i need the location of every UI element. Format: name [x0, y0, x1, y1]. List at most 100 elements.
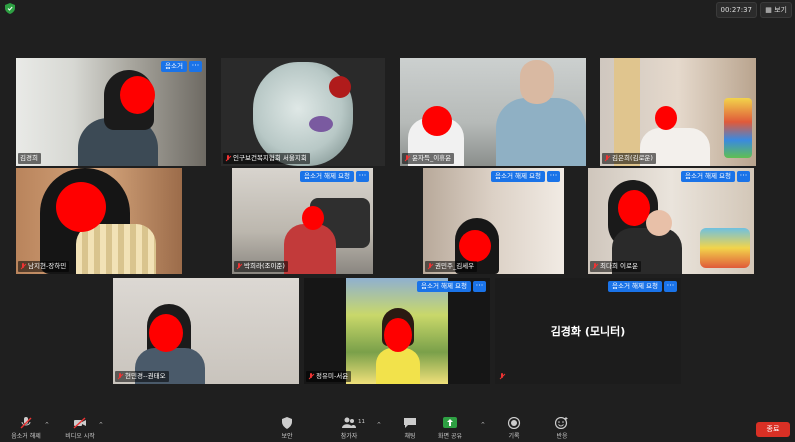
request-unmute-button[interactable]: 음소거 해제 요청 [491, 171, 545, 182]
participants-count: 11 [358, 419, 365, 425]
participants-icon [342, 417, 356, 428]
video-camera-off-icon [73, 417, 86, 429]
unmute-options-caret[interactable]: ⌃ [44, 421, 50, 429]
request-unmute-button[interactable]: 음소거 해제 요청 [681, 171, 735, 182]
end-meeting-button[interactable]: 종료 [756, 422, 790, 437]
muted-mic-icon [427, 263, 433, 270]
video-tile[interactable]: 인구보건복지협회 서울지회 [221, 58, 385, 166]
face-redaction [149, 314, 183, 352]
meeting-toolbar: 음소거 해제 ⌃ 비디오 시작 ⌃ 보안 참가자 11 ⌃ 채팅 화면 공유 ⌃… [0, 412, 795, 442]
participant-name: 정유미-서윤 [306, 371, 352, 382]
video-tile[interactable]: 현민경--권태오 [113, 278, 299, 384]
chat-button[interactable]: 채팅 [396, 417, 424, 440]
plush-mouth [309, 116, 333, 132]
video-tile[interactable]: 김은희(김로운) [600, 58, 756, 166]
participants-options-caret[interactable]: ⌃ [376, 421, 382, 429]
muted-mic-icon [308, 373, 314, 380]
more-options-button[interactable]: ··· [664, 281, 677, 292]
participant-name: 최다희 이로운 [590, 261, 641, 272]
security-label: 보안 [281, 433, 293, 440]
participant-name: 현민경--권태오 [115, 371, 169, 382]
muted-mic-icon [20, 263, 26, 270]
participant-name: 인구보건복지협회 서울지회 [223, 153, 310, 164]
video-tile[interactable]: 음소거 ··· 김경희 [16, 58, 206, 166]
shield-icon [282, 417, 292, 429]
participant-name [497, 371, 508, 382]
participant-name: 윤자득_이휴윤 [402, 153, 455, 164]
video-tile[interactable]: 음소거 해제 요청 ··· 최다희 이로운 [588, 168, 754, 274]
face-redaction [422, 106, 452, 136]
adult-head [520, 60, 554, 104]
video-tile[interactable]: 음소거 해제 요청 ··· 박희라(조이준) [232, 168, 373, 274]
face-redaction [302, 206, 324, 230]
participant-name: 박희라(조이준) [234, 261, 288, 272]
grid-icon: ▦ [765, 6, 775, 14]
microphone-muted-icon [20, 417, 32, 429]
reactions-label: 반응 [556, 433, 568, 440]
chat-label: 채팅 [404, 433, 416, 440]
toys [700, 228, 750, 268]
more-options-button[interactable]: ··· [737, 171, 750, 182]
face-redaction [618, 190, 650, 226]
view-label: 보기 [774, 6, 787, 14]
face-redaction [655, 106, 677, 130]
child-body [376, 348, 420, 384]
participant-name: 김경희 [18, 153, 41, 164]
muted-mic-icon [117, 373, 123, 380]
participant-name: 남지현-장하민 [18, 261, 70, 272]
video-options-caret[interactable]: ⌃ [98, 421, 104, 429]
more-options-button[interactable]: ··· [547, 171, 560, 182]
meeting-timer: 00:27:37 [715, 2, 757, 18]
record-label: 기록 [508, 433, 520, 440]
video-tile[interactable]: 남지현-장하민 [16, 168, 182, 274]
participants-label: 참가자 [340, 433, 358, 440]
video-start-button[interactable]: 비디오 시작 [58, 417, 102, 440]
mute-button[interactable]: 음소거 [161, 61, 187, 72]
curtain [614, 58, 640, 166]
unmute-label: 음소거 해제 [11, 433, 41, 440]
participant-display-name: 김경화 (모니터) [550, 325, 626, 338]
muted-mic-icon [236, 263, 242, 270]
muted-mic-icon [499, 373, 505, 380]
share-options-caret[interactable]: ⌃ [480, 421, 486, 429]
muted-mic-icon [604, 155, 610, 162]
video-tile[interactable]: 음소거 해제 요청 ··· 권민주_김세우 [423, 168, 564, 274]
more-options-button[interactable]: ··· [189, 61, 202, 72]
muted-mic-icon [225, 155, 231, 162]
toy-shelf [724, 98, 752, 158]
chat-bubble-icon [404, 418, 416, 428]
unmute-button[interactable]: 음소거 해제 [6, 417, 46, 440]
adult-body [496, 98, 586, 166]
more-options-button[interactable]: ··· [473, 281, 486, 292]
participant-name: 김은희(김로운) [602, 153, 656, 164]
request-unmute-button[interactable]: 음소거 해제 요청 [417, 281, 471, 292]
muted-mic-icon [592, 263, 598, 270]
record-button[interactable]: 기록 [500, 417, 528, 440]
top-bar: 00:27:37 ▦ 보기 [0, 0, 795, 18]
share-screen-icon [443, 417, 457, 428]
share-screen-label: 화면 공유 [438, 433, 462, 440]
video-tile[interactable]: 윤자득_이휴윤 [400, 58, 586, 166]
video-start-label: 비디오 시작 [65, 433, 95, 440]
record-icon [507, 417, 521, 429]
emoji-reaction-icon [555, 417, 568, 429]
face-redaction [459, 230, 491, 262]
more-options-button[interactable]: ··· [356, 171, 369, 182]
video-tile[interactable]: 김경화 (모니터) 음소거 해제 요청 ··· [495, 278, 681, 384]
request-unmute-button[interactable]: 음소거 해제 요청 [300, 171, 354, 182]
person-shirt [76, 224, 156, 274]
share-screen-button[interactable]: 화면 공유 [428, 417, 472, 440]
security-button[interactable]: 보안 [272, 417, 302, 440]
muted-mic-icon [404, 155, 410, 162]
face-redaction [56, 182, 106, 232]
face-redaction [120, 76, 155, 114]
shield-icon[interactable] [5, 3, 15, 14]
participant-name: 권민주_김세우 [425, 261, 478, 272]
plush-nose [329, 76, 351, 98]
video-tile[interactable]: 음소거 해제 요청 ··· 정유미-서윤 [304, 278, 490, 384]
view-button[interactable]: ▦ 보기 [760, 2, 792, 18]
request-unmute-button[interactable]: 음소거 해제 요청 [608, 281, 662, 292]
reactions-button[interactable]: 반응 [548, 417, 576, 440]
face-redaction [384, 318, 412, 352]
person-body [284, 224, 336, 274]
